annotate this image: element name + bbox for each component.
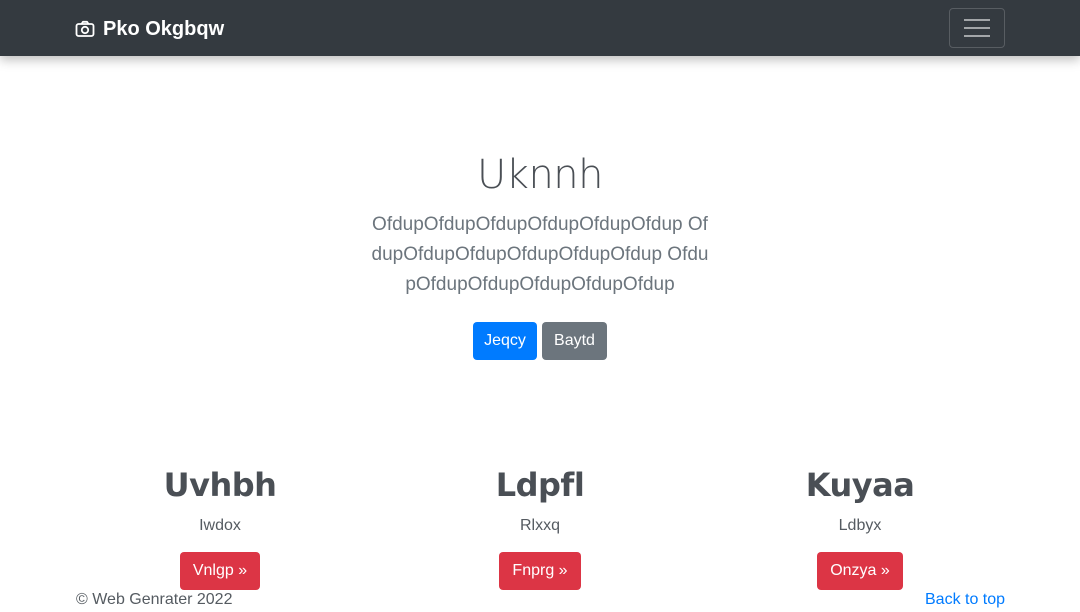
hero-title: Uknnh <box>477 152 604 198</box>
feature-column: Ldpfl Rlxxq Fnprg » <box>370 466 710 590</box>
navbar-toggler-button[interactable] <box>949 8 1005 48</box>
feature-button[interactable]: Fnprg » <box>499 552 581 590</box>
brand-text: Pko Okgbqw <box>103 17 225 40</box>
hero-primary-button[interactable]: Jeqcy <box>473 322 537 360</box>
hero-lead: OfdupOfdupOfdupOfdupOfdupOfdup OfdupOfdu… <box>371 214 709 295</box>
footer-copyright: © Web Genrater 2022 <box>76 591 233 608</box>
feature-text: Rlxxq <box>519 517 560 534</box>
feature-title: Kuyaa <box>805 466 915 504</box>
feature-button[interactable]: Vnlgp » <box>179 552 261 590</box>
camera-icon <box>75 20 95 37</box>
feature-text: Ldbyx <box>838 517 882 534</box>
navbar: Pko Okgbqw <box>0 0 1080 56</box>
hero-secondary-button[interactable]: Baytd <box>542 322 607 360</box>
feature-text: Iwdox <box>199 517 241 534</box>
feature-title: Uvhbh <box>163 466 277 504</box>
hamburger-icon <box>964 19 990 37</box>
feature-button[interactable]: Onzya » <box>817 552 903 590</box>
feature-title: Ldpfl <box>495 466 585 504</box>
brand-link[interactable]: Pko Okgbqw <box>75 16 224 42</box>
feature-column: Uvhbh Iwdox Vnlgp » <box>50 466 390 590</box>
hero-buttons: Jeqcy Baytd <box>0 322 1080 360</box>
feature-column: Kuyaa Ldbyx Onzya » <box>690 466 1030 590</box>
back-to-top-link[interactable]: Back to top <box>925 591 1005 609</box>
